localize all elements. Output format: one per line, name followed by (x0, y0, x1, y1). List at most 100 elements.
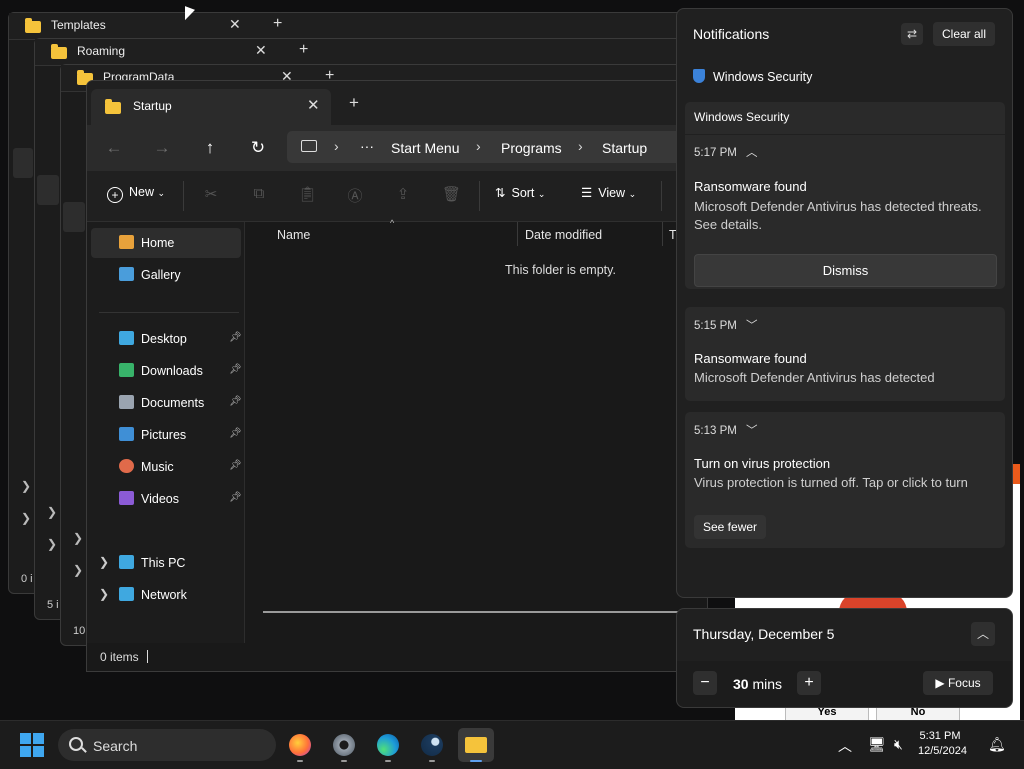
close-tab-icon[interactable]: ✕ (229, 16, 241, 33)
breadcrumb-programs[interactable]: Programs (501, 140, 562, 156)
sidebar-item-home[interactable]: Home (91, 228, 241, 258)
file-explorer-window[interactable]: Startup ✕ + ← → ↑ ↻ › ··· Start Menu › P… (86, 80, 708, 672)
notification-card[interactable]: 5:15 PM ﹀ Ransomware found Microsoft Def… (685, 307, 1005, 401)
chevron-right-icon[interactable]: › (578, 138, 583, 154)
copy-icon[interactable]: ⧉ (250, 185, 268, 203)
taskbar-search[interactable]: Search (58, 729, 276, 761)
column-header-date[interactable]: Date modified (525, 228, 602, 242)
breadcrumb-startup[interactable]: Startup (602, 140, 647, 156)
notification-time[interactable]: 5:17 PM ︿ (694, 144, 758, 160)
expand-chevron-icon[interactable]: ❯ (99, 555, 109, 569)
expand-chevron-icon[interactable]: ❯ (21, 511, 31, 525)
view-button[interactable]: ☰ View ⌄ (581, 185, 636, 200)
notification-card[interactable]: 5:13 PM ﹀ Turn on virus protection Virus… (685, 412, 1005, 548)
decrease-time-button[interactable]: − (693, 671, 717, 695)
sidebar-item-gallery[interactable]: Gallery (91, 260, 241, 290)
column-divider[interactable] (517, 222, 518, 246)
do-not-disturb-icon[interactable]: ⇄ (901, 23, 923, 45)
new-button[interactable]: + New ⌄ (107, 185, 165, 203)
back-icon[interactable]: ← (99, 135, 129, 161)
sidebar-item-network[interactable]: ❯ Network (91, 580, 241, 610)
pin-icon[interactable]: 📌︎ (229, 428, 242, 439)
window-tab[interactable]: Templates ✕ + (9, 13, 699, 40)
paste-icon[interactable]: 📋︎ (298, 185, 317, 203)
sidebar-item-desktop[interactable]: Desktop 📌︎ (91, 324, 242, 354)
firefox-icon[interactable] (282, 728, 318, 762)
sidebar-item-label: This PC (141, 556, 186, 570)
close-tab-icon[interactable]: ✕ (255, 42, 267, 59)
horizontal-scrollbar[interactable] (263, 611, 707, 613)
pin-icon[interactable]: 📌︎ (229, 460, 242, 471)
start-logo-tile (33, 733, 44, 744)
window-tab[interactable]: Roaming ✕ + (35, 39, 695, 66)
refresh-icon[interactable]: ↻ (243, 135, 273, 161)
pin-icon[interactable]: 📌︎ (229, 364, 242, 375)
pc-icon (119, 555, 134, 569)
notification-card[interactable]: Windows Security 5:17 PM ︿ Ransomware fo… (685, 102, 1005, 289)
windows-start-icon[interactable] (20, 733, 44, 757)
calendar-panel: Thursday, December 5 ︿ − 30 mins + ▶ Foc… (676, 608, 1013, 708)
pin-icon[interactable]: 📌︎ (229, 492, 242, 503)
address-bar[interactable]: › ··· Start Menu › Programs › Startup (287, 131, 707, 163)
expand-chevron-icon[interactable]: ❯ (47, 537, 57, 551)
pin-icon[interactable]: 📌︎ (229, 332, 242, 343)
notification-time[interactable]: 5:13 PM ﹀ (694, 422, 758, 438)
chevron-up-icon[interactable]: ︿ (971, 622, 995, 646)
sidebar-item-pictures[interactable]: Pictures 📌︎ (91, 420, 242, 450)
close-tab-icon[interactable]: ✕ (307, 96, 320, 114)
notification-bell-icon[interactable]: 🔔︎ (988, 736, 1006, 753)
sort-icon: ⇅ (495, 186, 506, 200)
steam-logo (421, 734, 443, 756)
new-tab-icon[interactable]: + (273, 15, 282, 33)
share-icon[interactable]: ⇪ (394, 185, 412, 203)
sidebar-item-documents[interactable]: Documents 📌︎ (91, 388, 242, 418)
chevron-up-icon[interactable]: ︿ (838, 736, 852, 756)
cut-icon[interactable]: ✂ (202, 185, 220, 203)
sidebar-item-this-pc[interactable]: ❯ This PC (91, 548, 241, 578)
chevron-down-icon: ⌄ (157, 188, 166, 198)
expand-chevron-icon[interactable]: ❯ (99, 587, 109, 601)
sort-button[interactable]: ⇅ Sort ⌄ (495, 185, 545, 200)
pin-icon[interactable]: 📌︎ (229, 396, 242, 407)
expand-chevron-icon[interactable]: ❯ (47, 505, 57, 519)
delete-icon[interactable]: 🗑︎ (442, 185, 461, 203)
chevron-right-icon[interactable]: › (476, 138, 481, 154)
edge-logo (377, 734, 399, 756)
column-header-name[interactable]: Name (277, 228, 310, 242)
sidebar-item-videos[interactable]: Videos 📌︎ (91, 484, 242, 514)
column-divider[interactable] (662, 222, 663, 246)
network-status-icon[interactable]: 🖥︎ (868, 736, 886, 753)
breadcrumb-start-menu[interactable]: Start Menu (391, 140, 459, 156)
up-icon[interactable]: ↑ (195, 135, 225, 161)
clear-all-button[interactable]: Clear all (933, 22, 995, 46)
file-list[interactable]: Name ^ Date modified Ty This folder is e… (245, 218, 707, 643)
focus-button[interactable]: ▶ Focus (923, 671, 993, 695)
notification-time[interactable]: 5:15 PM ﹀ (694, 317, 758, 333)
status-bar: 0 items (87, 643, 707, 671)
new-tab-icon[interactable]: + (349, 93, 359, 113)
dismiss-button[interactable]: Dismiss (694, 254, 997, 287)
app-group-header[interactable]: Windows Security (693, 69, 812, 84)
settings-icon[interactable] (326, 728, 362, 762)
sidebar-item-downloads[interactable]: Downloads 📌︎ (91, 356, 242, 386)
rename-icon[interactable]: Ⓐ (346, 185, 364, 205)
tab-startup[interactable]: Startup ✕ (91, 89, 331, 125)
expand-chevron-icon[interactable]: ❯ (73, 531, 83, 545)
sidebar-item-music[interactable]: Music 📌︎ (91, 452, 242, 482)
increase-time-button[interactable]: + (797, 671, 821, 695)
new-tab-icon[interactable]: + (299, 41, 308, 59)
breadcrumb-more[interactable]: ··· (360, 138, 374, 154)
notification-body: Virus protection is turned off. Tap or c… (694, 475, 968, 490)
file-explorer-icon[interactable] (458, 728, 494, 762)
see-fewer-button[interactable]: See fewer (694, 515, 767, 539)
expand-chevron-icon[interactable]: ❯ (73, 563, 83, 577)
forward-icon[interactable]: → (147, 135, 177, 161)
status-divider (147, 650, 148, 663)
steam-icon[interactable] (414, 728, 450, 762)
edge-icon[interactable] (370, 728, 406, 762)
sort-chevron-icon: ^ (390, 218, 395, 228)
expand-chevron-icon[interactable]: ❯ (21, 479, 31, 493)
taskbar-clock[interactable]: 5:31 PM 12/5/2024 (918, 729, 967, 759)
volume-muted-icon[interactable]: 🔇︎ (894, 736, 903, 753)
chevron-right-icon[interactable]: › (334, 138, 339, 154)
